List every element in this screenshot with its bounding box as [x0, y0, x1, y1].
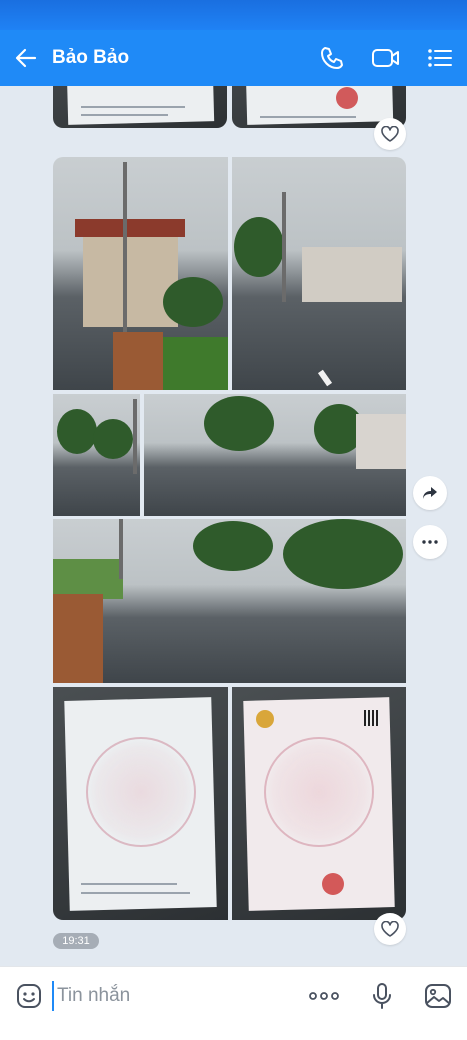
video-call-button[interactable]	[359, 30, 413, 86]
ellipsis-icon	[309, 992, 339, 1000]
menu-button[interactable]	[413, 30, 467, 86]
photo-land-certificate[interactable]	[232, 687, 406, 920]
share-arrow-icon	[423, 487, 437, 499]
photo-new-asphalt-road[interactable]	[53, 519, 406, 683]
photo-land-map-document[interactable]	[53, 687, 228, 920]
chat-header: Bảo Bảo	[0, 30, 467, 86]
arrow-left-icon	[15, 48, 37, 68]
list-menu-icon	[428, 49, 452, 67]
sticker-smile-icon	[17, 984, 41, 1008]
message-composer: Tin nhắn	[0, 966, 467, 1040]
like-button-prev[interactable]	[374, 118, 406, 150]
photo-road-curve[interactable]	[53, 394, 140, 516]
image-gallery-icon	[425, 984, 451, 1008]
like-button[interactable]	[374, 913, 406, 945]
gallery-button[interactable]	[422, 980, 454, 1012]
message-time: 19:31	[53, 933, 99, 949]
chat-area[interactable]: 19:31	[0, 86, 467, 966]
microphone-icon	[373, 983, 391, 1009]
more-options-button[interactable]	[413, 525, 447, 559]
call-button[interactable]	[305, 30, 359, 86]
share-button[interactable]	[413, 476, 447, 510]
status-bar	[0, 0, 467, 30]
photo-road-junction[interactable]	[144, 394, 406, 516]
photo-house-roadside[interactable]	[53, 157, 228, 390]
sticker-button[interactable]	[14, 981, 44, 1011]
photo-document-prev-left[interactable]	[53, 86, 227, 128]
heart-icon	[381, 126, 399, 142]
phone-icon	[321, 47, 343, 69]
contact-name[interactable]: Bảo Bảo	[52, 47, 305, 69]
voice-button[interactable]	[368, 979, 396, 1013]
video-call-icon	[372, 49, 399, 67]
more-dots-icon	[422, 540, 438, 544]
message-input[interactable]: Tin nhắn	[52, 981, 292, 1011]
back-button[interactable]	[0, 30, 52, 86]
photo-road-shops[interactable]	[232, 157, 406, 390]
heart-icon	[381, 921, 399, 937]
more-options-composer-button[interactable]	[306, 981, 342, 1011]
